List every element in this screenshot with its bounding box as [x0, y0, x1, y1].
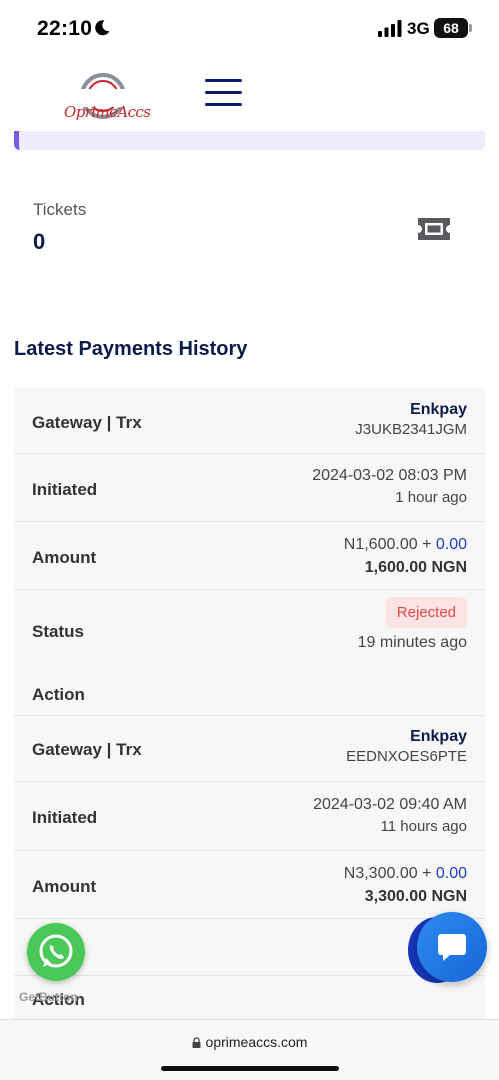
getbutton-label[interactable]: GetButton [19, 990, 78, 1004]
section-title: Latest Payments History [14, 338, 248, 360]
initiated-date: 2024-03-02 08:03 PM [312, 467, 467, 484]
row-value: N3,300.00 + 0.00 3,300.00 NGN [344, 865, 467, 906]
row-label: Initiated [32, 808, 98, 827]
gateway-name: Enkpay [410, 401, 467, 418]
logo-text: OprimeAccs [64, 103, 151, 121]
trx-id: J3UKB2341JGM [355, 421, 467, 438]
row-value: Enkpay J3UKB2341JGM [355, 401, 467, 438]
payment-row-amount: Amount N3,300.00 + 0.00 3,300.00 NGN [14, 851, 485, 919]
site-header: OprimeAccs [0, 58, 499, 128]
signal-icon [378, 20, 402, 37]
tickets-count: 0 [33, 229, 46, 254]
battery-icon: 68 [434, 18, 472, 38]
initiated-date: 2024-03-02 09:40 AM [313, 796, 467, 813]
row-value: Enkpay EEDNXOES6PTE [346, 728, 467, 765]
row-label: Initiated [32, 480, 98, 499]
row-label: Amount [32, 548, 97, 567]
whatsapp-icon [39, 934, 73, 968]
payment-row-initiated: Initiated 2024-03-02 08:03 PM 1 hour ago [14, 454, 485, 522]
charge-value: 0.00 [435, 536, 467, 553]
status-badge: Rejected [385, 597, 467, 628]
lock-icon [192, 1037, 201, 1048]
status-bar: 22:10 3G 68 [0, 0, 499, 58]
row-value: Rejected 19 minutes ago [358, 597, 467, 652]
initiated-ago: 1 hour ago [395, 489, 467, 506]
payment-row-gateway: Gateway | Trx Enkpay J3UKB2341JGM [14, 388, 485, 454]
trx-id: EEDNXOES6PTE [346, 748, 467, 765]
payment-row-amount: Amount N1,600.00 + 0.00 1,600.00 NGN [14, 522, 485, 590]
whatsapp-button[interactable] [27, 923, 85, 981]
tickets-label: Tickets [33, 200, 87, 219]
url-display[interactable]: oprimeaccs.com [0, 1034, 499, 1050]
payment-row-action: Action [14, 976, 485, 1020]
hamburger-menu-button[interactable] [205, 79, 243, 109]
initiated-ago: 11 hours ago [380, 818, 467, 835]
menu-bar-icon [205, 79, 242, 82]
payment-row-status: Status Rejected 19 minutes ago [14, 590, 485, 667]
row-label: Status [32, 622, 84, 641]
home-indicator [161, 1066, 339, 1071]
amount-plus: + [417, 536, 436, 553]
menu-bar-icon [205, 91, 242, 94]
ticket-icon [418, 218, 450, 240]
payment-row-initiated: Initiated 2024-03-02 09:40 AM 11 hours a… [14, 782, 485, 851]
site-logo[interactable]: OprimeAccs [58, 72, 151, 121]
row-value: 2024-03-02 09:40 AM 11 hours ago [313, 796, 467, 835]
gateway-name: Enkpay [410, 728, 467, 745]
status-time-ago: 19 minutes ago [357, 634, 467, 651]
chat-bubble-icon [438, 934, 466, 961]
payment-row-action: Action [14, 667, 485, 716]
amount-value: N1,600.00 [343, 536, 418, 553]
charge-value: 0.00 [435, 865, 467, 882]
amount-line: N1,600.00 + 0.00 [344, 536, 467, 554]
amount-line: N3,300.00 + 0.00 [344, 865, 467, 883]
chat-button[interactable] [417, 912, 487, 982]
moon-icon [95, 20, 110, 36]
status-time: 22:10 [37, 17, 93, 40]
info-card-bottom [14, 131, 485, 150]
row-label: Action [32, 685, 85, 704]
row-label: Gateway | Trx [32, 413, 142, 432]
browser-url-bar[interactable]: oprimeaccs.com [0, 1019, 499, 1080]
menu-bar-icon [205, 103, 242, 106]
row-value: 2024-03-02 08:03 PM 1 hour ago [312, 467, 467, 506]
total-amount: 1,600.00 NGN [364, 559, 467, 576]
payment-row-gateway: Gateway | Trx Enkpay EEDNXOES6PTE [14, 716, 485, 782]
total-amount: 3,300.00 NGN [364, 888, 467, 905]
url-text: oprimeaccs.com [205, 1034, 308, 1050]
row-label: Gateway | Trx [32, 740, 142, 759]
amount-plus: + [417, 865, 436, 882]
row-value: N1,600.00 + 0.00 1,600.00 NGN [344, 536, 467, 577]
row-label: Amount [32, 877, 97, 896]
network-type: 3G [407, 19, 430, 38]
amount-value: N3,300.00 [343, 865, 418, 882]
